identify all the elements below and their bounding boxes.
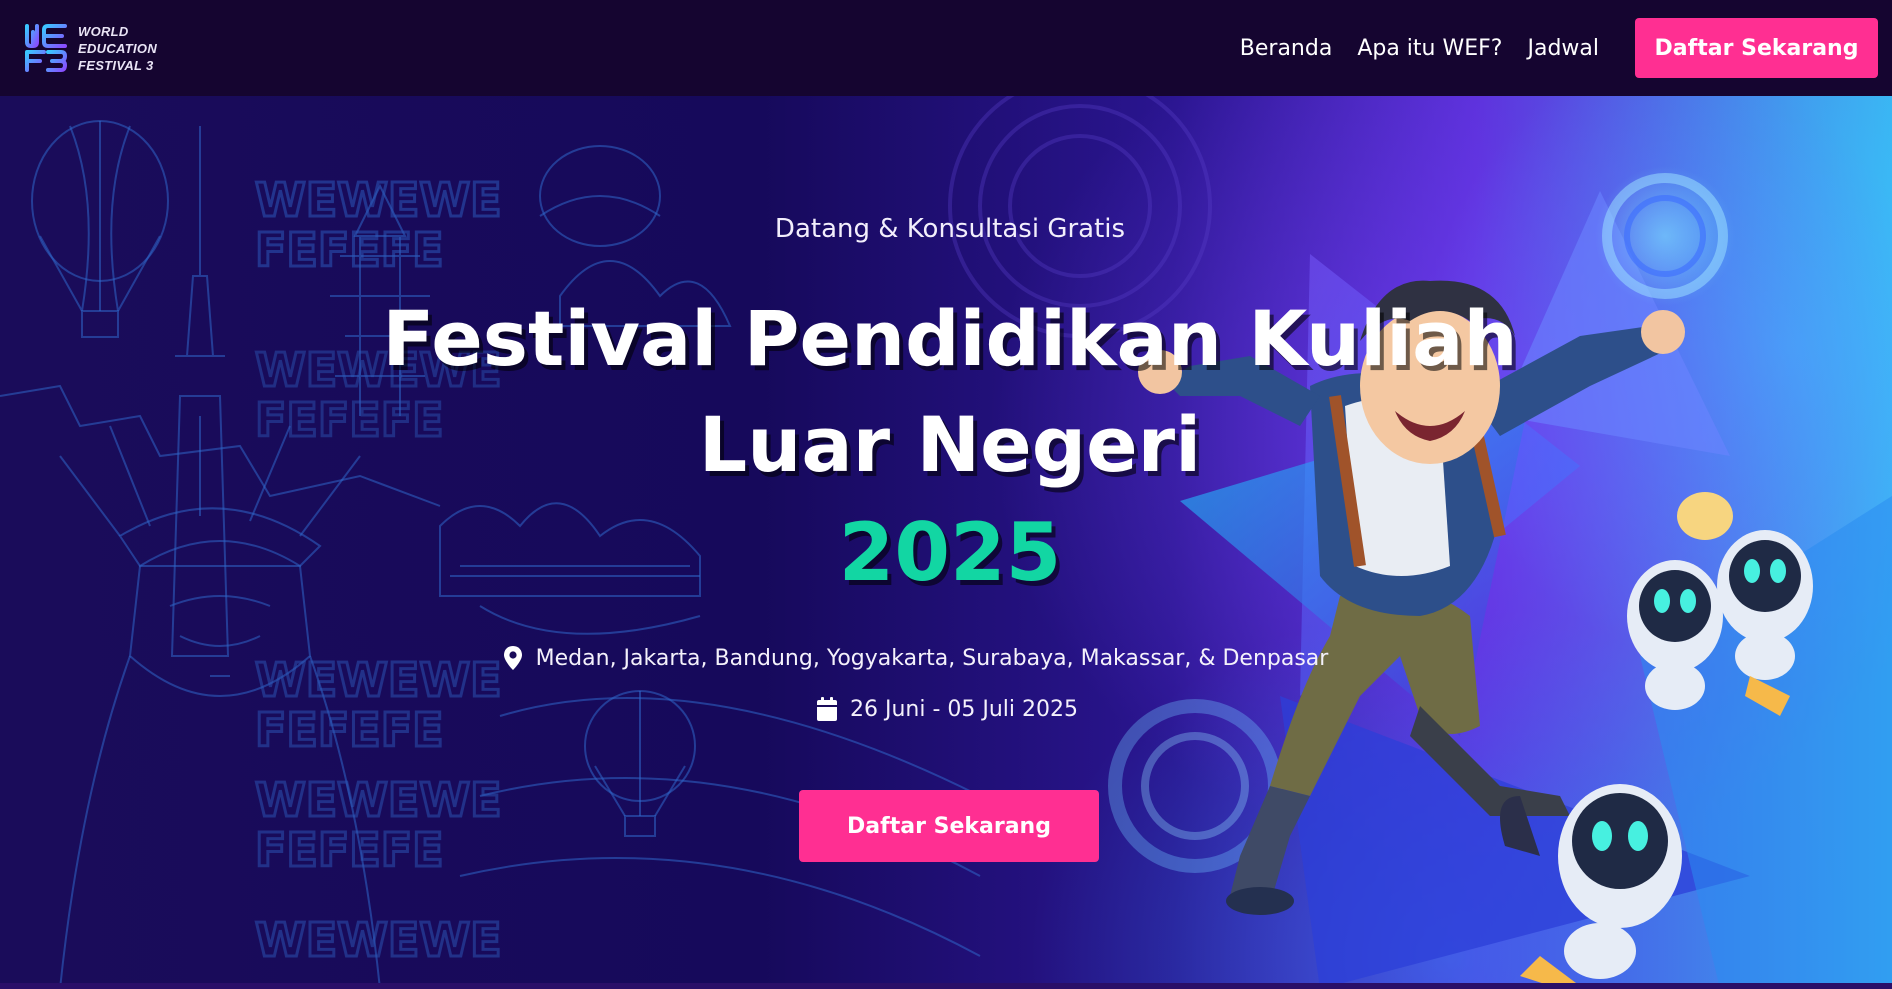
calendar-icon xyxy=(816,697,837,721)
event-dates: 26 Juni - 05 Juli 2025 xyxy=(367,696,1527,722)
hero-pre-title: Datang & Konsultasi Gratis xyxy=(774,214,1126,244)
hero-content: Datang & Konsultasi Gratis Festival Pend… xyxy=(370,96,1530,989)
logo-text: WORLD EDUCATION FESTIVAL 3 xyxy=(78,23,157,74)
hero-title: Festival Pendidikan Kuliah Luar Negeri xyxy=(370,286,1530,498)
nav-link-apa-itu-wef[interactable]: Apa itu WEF? xyxy=(1357,36,1502,61)
map-pin-icon xyxy=(503,646,522,670)
main-nav: Beranda Apa itu WEF? Jadwal Daftar Sekar… xyxy=(1215,18,1878,78)
event-dates-text: 26 Juni - 05 Juli 2025 xyxy=(849,696,1079,722)
hero-banner: WEWEWE FEFEFE WEWEWE FEFEFE WEWEWE FEFEF… xyxy=(0,96,1892,989)
hero-title-line-2: Luar Negeri xyxy=(698,400,1202,489)
hero-title-line-1: Festival Pendidikan Kuliah xyxy=(382,294,1518,383)
nav-link-beranda[interactable]: Beranda xyxy=(1240,36,1333,61)
hero-year: 2025 xyxy=(838,506,1062,599)
nav-register-button[interactable]: Daftar Sekarang xyxy=(1635,18,1878,78)
logo[interactable]: WORLD EDUCATION FESTIVAL 3 xyxy=(24,22,157,74)
nav-link-jadwal[interactable]: Jadwal xyxy=(1527,36,1599,61)
wef-logo-icon xyxy=(25,24,67,72)
logo-text-line: EDUCATION xyxy=(78,40,158,56)
logo-text-line: WORLD xyxy=(78,23,129,39)
logo-text-line: FESTIVAL 3 xyxy=(78,57,154,73)
navbar: WORLD EDUCATION FESTIVAL 3 Beranda Apa i… xyxy=(0,0,1892,96)
event-locations: Medan, Jakarta, Bandung, Yogyakarta, Sur… xyxy=(335,645,1495,671)
hero-bottom-border xyxy=(0,983,1892,989)
hero-register-button[interactable]: Daftar Sekarang xyxy=(799,790,1099,862)
event-locations-text: Medan, Jakarta, Bandung, Yogyakarta, Sur… xyxy=(535,645,1329,671)
